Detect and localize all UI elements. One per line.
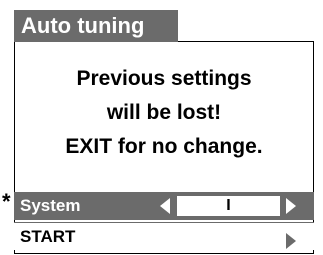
warning-line-3: EXIT for no change. bbox=[65, 135, 263, 158]
system-label: System bbox=[20, 196, 81, 215]
warning-line-1: Previous settings bbox=[76, 67, 252, 90]
warning-line-2: will be lost! bbox=[106, 101, 222, 124]
warning-message: Previous settings will be lost! EXIT for… bbox=[14, 62, 314, 164]
triangle-right-icon bbox=[286, 233, 296, 249]
triangle-left-icon[interactable] bbox=[160, 198, 170, 214]
menu-row-start[interactable]: START bbox=[14, 222, 314, 250]
system-value: I bbox=[177, 196, 280, 216]
page-title: Auto tuning bbox=[14, 10, 178, 42]
start-label: START bbox=[20, 227, 76, 246]
selected-row-marker: * bbox=[2, 189, 11, 214]
menu-row-system[interactable]: System I bbox=[14, 192, 314, 220]
triangle-right-icon[interactable] bbox=[286, 198, 296, 214]
